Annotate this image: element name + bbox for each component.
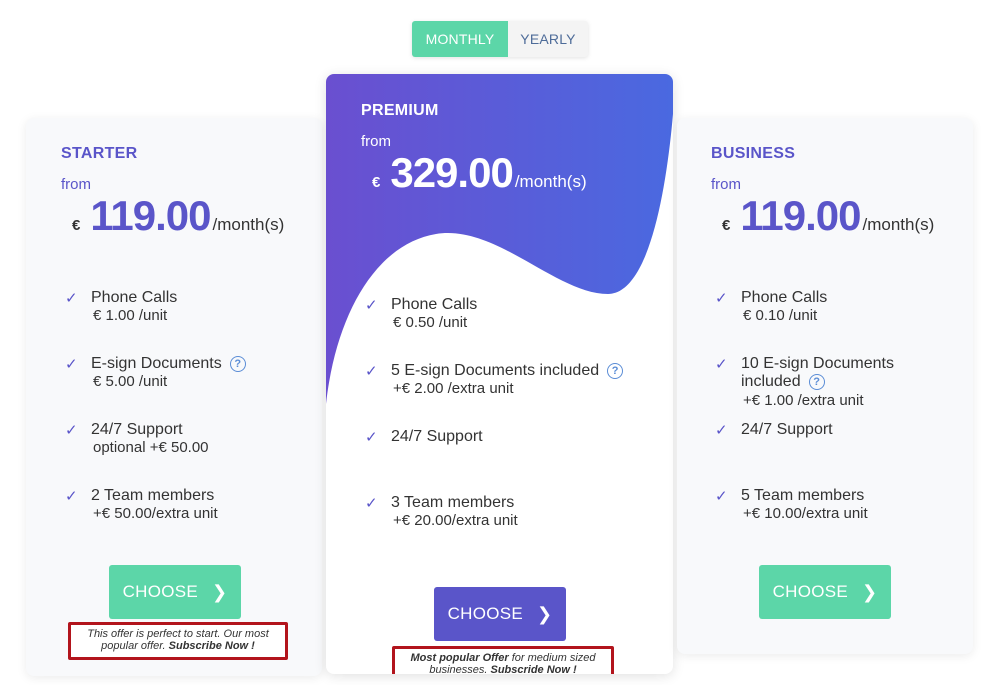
price-period: /month(s) [862, 215, 935, 234]
currency-symbol: € [372, 174, 381, 191]
feature-title: 5 E-sign Documents included [391, 362, 600, 379]
button-label: CHOOSE [122, 582, 199, 601]
feature-title: Phone Calls [91, 289, 178, 306]
currency-symbol: € [722, 217, 731, 234]
price: € 329.00 /month(s) [372, 149, 587, 197]
price: € 119.00 /month(s) [722, 192, 934, 240]
yearly-option[interactable]: YEARLY [508, 21, 588, 57]
chevron-right-icon: ❯ [212, 581, 228, 602]
check-icon: ✓ [715, 422, 728, 439]
button-label: CHOOSE [772, 582, 849, 601]
feature-price: +€ 1.00 /extra unit [743, 392, 864, 409]
check-icon: ✓ [365, 297, 378, 314]
check-icon: ✓ [65, 422, 78, 439]
plan-name: PREMIUM [361, 102, 439, 119]
subscribe-link[interactable]: Subscribe Now ! [169, 640, 255, 652]
subscribe-link[interactable]: Subscride Now ! [490, 664, 576, 674]
feature-title: E-sign Documents [91, 355, 222, 372]
check-icon: ✓ [715, 356, 728, 373]
feature-title: 24/7 Support [741, 421, 833, 438]
starter-plan-card: STARTER from € 119.00 /month(s) ✓ Phone … [26, 118, 322, 676]
feature-price: € 1.00 /unit [93, 307, 168, 324]
feature-title: 2 Team members [91, 487, 215, 504]
price-amount: 119.00 [90, 192, 211, 239]
price: € 119.00 /month(s) [72, 192, 284, 240]
check-icon: ✓ [365, 363, 378, 380]
feature-price: € 0.50 /unit [393, 314, 468, 331]
feature-price: optional +€ 50.00 [93, 439, 209, 456]
feature-price: € 5.00 /unit [93, 373, 168, 390]
feature-title: Phone Calls [391, 296, 478, 313]
price-amount: 119.00 [740, 192, 861, 239]
help-icon[interactable]: ? [607, 362, 624, 379]
feature-price: +€ 10.00/extra unit [743, 505, 868, 522]
plan-name: BUSINESS [711, 145, 796, 162]
feature-title: 10 E-sign Documents [741, 355, 894, 372]
button-label: CHOOSE [447, 604, 524, 623]
check-icon: ✓ [365, 429, 378, 446]
note-highlight: Most popular Offer [410, 652, 509, 664]
check-icon: ✓ [715, 488, 728, 505]
check-icon: ✓ [65, 290, 78, 307]
check-icon: ✓ [65, 356, 78, 373]
help-icon[interactable]: ? [229, 355, 246, 372]
offer-note: This offer is perfect to start. Our most… [68, 622, 288, 660]
feature-title: 5 Team members [741, 487, 865, 504]
premium-plan-card: PREMIUM from € 329.00 /month(s) ✓ Phone … [326, 74, 673, 674]
from-label: from [711, 176, 741, 193]
plan-name: STARTER [61, 145, 138, 162]
feature-title: 24/7 Support [391, 428, 483, 445]
from-label: from [361, 133, 391, 150]
from-label: from [61, 176, 91, 193]
feature-title: Phone Calls [741, 289, 828, 306]
price-amount: 329.00 [390, 149, 513, 196]
choose-business-button[interactable]: CHOOSE ❯ [759, 565, 891, 619]
feature-price: +€ 20.00/extra unit [393, 512, 518, 529]
business-plan-card: BUSINESS from € 119.00 /month(s) ✓ Phone… [677, 118, 973, 654]
feature-title-cont: included [741, 373, 801, 390]
currency-symbol: € [72, 217, 81, 234]
feature-price: € 0.10 /unit [743, 307, 818, 324]
feature-price: +€ 50.00/extra unit [93, 505, 218, 522]
price-period: /month(s) [514, 172, 587, 191]
price-period: /month(s) [212, 215, 285, 234]
offer-note: Most popular Offer for medium sized busi… [392, 646, 614, 674]
feature-title: 24/7 Support [91, 421, 183, 438]
feature-price: +€ 2.00 /extra unit [393, 380, 514, 397]
check-icon: ✓ [365, 495, 378, 512]
billing-period-toggle: MONTHLY YEARLY [412, 21, 588, 57]
choose-starter-button[interactable]: CHOOSE ❯ [109, 565, 241, 619]
chevron-right-icon: ❯ [862, 581, 878, 602]
feature-title: 3 Team members [391, 494, 515, 511]
choose-premium-button[interactable]: CHOOSE ❯ [434, 587, 566, 641]
monthly-option[interactable]: MONTHLY [412, 21, 508, 57]
chevron-right-icon: ❯ [537, 603, 553, 624]
check-icon: ✓ [715, 290, 728, 307]
check-icon: ✓ [65, 488, 78, 505]
help-icon[interactable]: ? [808, 373, 825, 390]
